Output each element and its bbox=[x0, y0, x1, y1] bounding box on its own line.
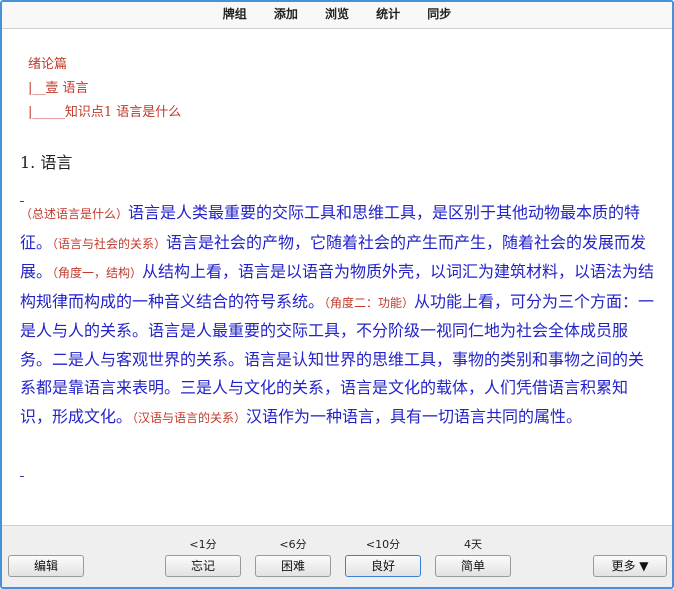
paragraph-sentence: 从功能上看，可分为三个方面：一是人与人的关系。语言是人最重要的交际工具，不分阶级… bbox=[20, 291, 655, 426]
breadcrumb-line-chapter: 绪论篇 bbox=[28, 57, 68, 72]
annotation-note: （汉语与语言的关系） bbox=[132, 410, 247, 425]
answer-paragraph: （总述语言是什么）语言是人类最重要的交际工具和思维工具，是区别于其他动物最本质的… bbox=[20, 199, 658, 432]
annotation-note: （角度一，结构） bbox=[52, 266, 143, 280]
menu-decks[interactable]: 牌组 bbox=[223, 2, 247, 26]
paragraph-end-marker bbox=[20, 476, 24, 477]
annotation-note: （角度二：功能） bbox=[324, 295, 415, 310]
more-button[interactable]: 更多 ▼ bbox=[593, 555, 667, 577]
again-button[interactable]: 忘记 bbox=[165, 555, 241, 577]
menu-stats[interactable]: 统计 bbox=[376, 2, 400, 26]
menu-sync[interactable]: 同步 bbox=[427, 2, 451, 26]
menu-add[interactable]: 添加 bbox=[274, 2, 298, 26]
interval-hard: <6分 bbox=[279, 538, 307, 551]
good-button[interactable]: 良好 bbox=[345, 555, 421, 577]
top-menu-bar: 牌组 添加 浏览 统计 同步 bbox=[2, 2, 672, 29]
interval-again: <1分 bbox=[189, 538, 217, 551]
annotation-note: （语言与社会的关系） bbox=[52, 236, 167, 251]
interval-good: <10分 bbox=[365, 538, 401, 551]
breadcrumb: 绪论篇 |__壹 语言 |_____知识点1 语言是什么 bbox=[28, 53, 181, 125]
breadcrumb-line-section: |__壹 语言 bbox=[28, 81, 89, 96]
paragraph-sentence: 汉语作为一种语言，具有一切语言共同的属性。 bbox=[246, 406, 583, 426]
easy-button[interactable]: 简单 bbox=[435, 555, 511, 577]
breadcrumb-line-topic: |_____知识点1 语言是什么 bbox=[28, 105, 182, 120]
review-bottom-bar: 编辑 <1分 <6分 <10分 4天 忘记 困难 良好 简单 更多 ▼ bbox=[2, 525, 672, 587]
card-content: 绪论篇 |__壹 语言 |_____知识点1 语言是什么 1. 语言 （总述语言… bbox=[2, 29, 672, 525]
annotation-note: （总述语言是什么） bbox=[20, 207, 129, 221]
section-title: 1. 语言 bbox=[20, 153, 73, 172]
edit-button[interactable]: 编辑 bbox=[8, 555, 84, 577]
interval-easy: 4天 bbox=[464, 538, 482, 551]
hard-button[interactable]: 困难 bbox=[255, 555, 331, 577]
app-window: 牌组 添加 浏览 统计 同步 绪论篇 |__壹 语言 |_____知识点1 语言… bbox=[0, 0, 674, 589]
menu-browse[interactable]: 浏览 bbox=[325, 2, 349, 26]
